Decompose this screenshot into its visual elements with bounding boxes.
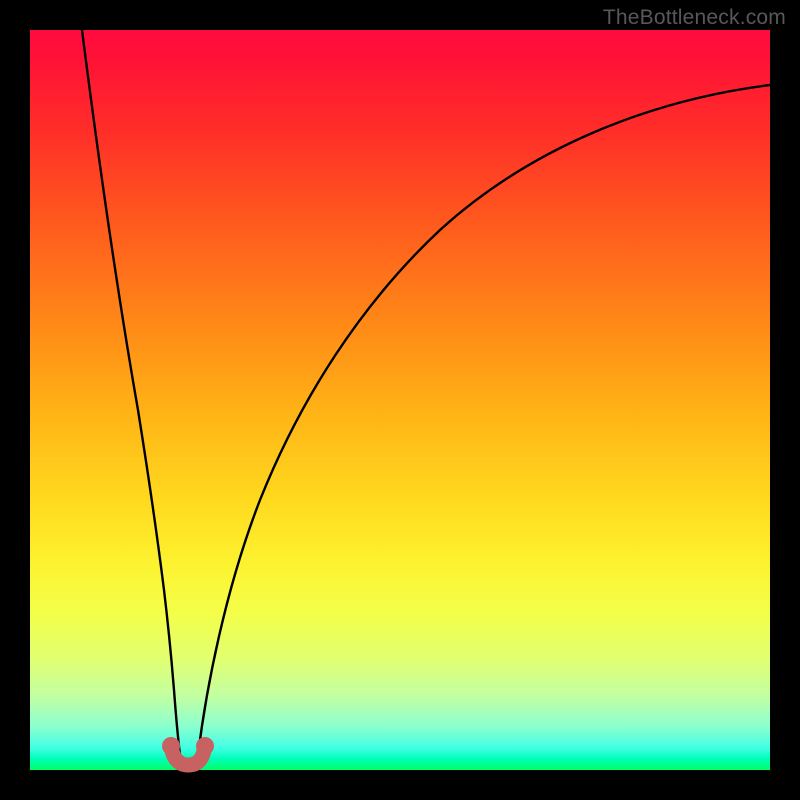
valley-u-marker [162,737,214,765]
curve-layer [30,30,770,770]
plot-area [30,30,770,770]
watermark-text: TheBottleneck.com [603,6,786,30]
curve-right-branch [198,85,770,755]
chart-frame: TheBottleneck.com [0,0,800,800]
curve-left-branch [82,30,180,755]
